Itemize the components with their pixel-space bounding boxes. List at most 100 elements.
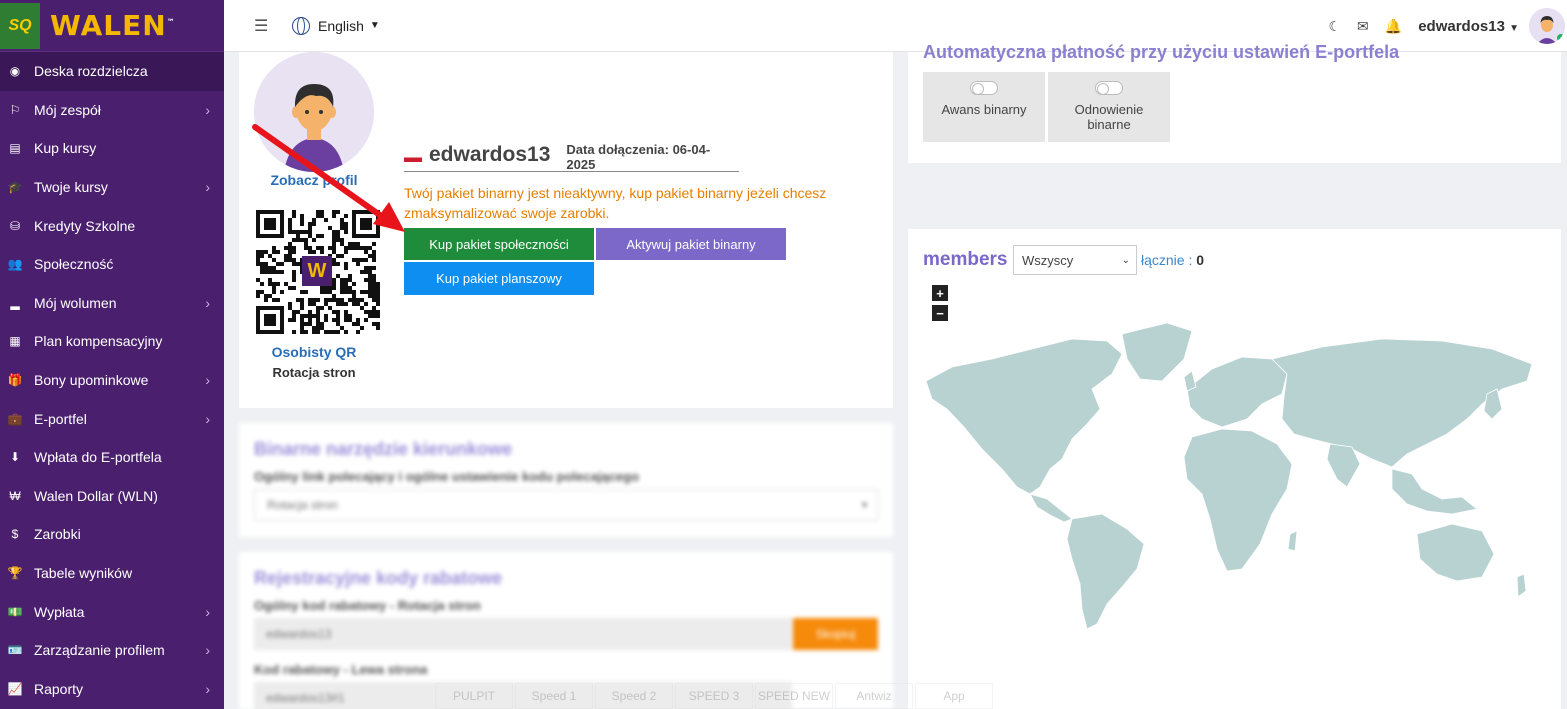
binary-inactive-warning: Twój pakiet binarny jest nieaktywny, kup… <box>404 185 827 221</box>
brand[interactable]: SQ WALEN™ <box>0 0 224 52</box>
book-icon: ▤ <box>9 141 21 156</box>
sidebar-item-label: Wpłata do E-portfela <box>34 449 162 466</box>
sidebar-item-label: Kredyty Szkolne <box>34 217 136 234</box>
map-new-zealand <box>1516 573 1527 598</box>
chevron-right-icon: › <box>205 410 210 427</box>
sidebar-item-raporty[interactable]: 📈 Raporty › <box>0 670 224 709</box>
sidebar-item-wpłata-do-e-portfela[interactable]: ⬇ Wpłata do E-portfela <box>0 438 224 477</box>
red-arrow-annotation <box>252 124 405 232</box>
sidebar-item-label: Zarobki <box>34 526 81 543</box>
binary-renewal-toggle-box: Odnowienie binarne <box>1048 72 1170 142</box>
binary-promotion-switch[interactable] <box>970 81 998 95</box>
map-uk <box>1183 370 1197 392</box>
members-filter-value: Wszyscy <box>1022 252 1074 268</box>
chevron-down-icon: ⌄ <box>1121 254 1130 266</box>
sidebar-item-bony-upominkowe[interactable]: 🎁 Bony upominkowe › <box>0 361 224 400</box>
brand-badge: SQ <box>0 2 40 49</box>
sidebar-item-deska-rozdzielcza[interactable]: ◉ Deska rozdzielcza <box>0 52 224 91</box>
sidebar-item-kredyty-szkolne[interactable]: ⛁ Kredyty Szkolne <box>0 206 224 245</box>
chart-line-icon: 📈 <box>7 681 23 696</box>
sidebar-item-label: Kup kursy <box>34 140 97 157</box>
qr-label[interactable]: Osobisty QR <box>254 344 374 360</box>
bottom-shortcut-1[interactable]: Speed 1 <box>515 683 593 709</box>
members-label: members <box>923 249 1008 270</box>
envelope-icon[interactable]: ✉ <box>1357 18 1369 35</box>
rebate-general-input[interactable]: edwardos13 <box>254 618 792 650</box>
binary-renewal-switch[interactable] <box>1095 81 1123 95</box>
world-map[interactable] <box>922 319 1547 639</box>
sitemap-icon: ⚐ <box>9 102 21 117</box>
trophy-icon: 🏆 <box>7 566 23 581</box>
sidebar-item-mój-zespół[interactable]: ⚐ Mój zespół › <box>0 91 224 130</box>
sidebar-item-twoje-kursy[interactable]: 🎓 Twoje kursy › <box>0 168 224 207</box>
bottom-shortcut-3[interactable]: SPEED 3 <box>675 683 753 709</box>
bottom-shortcut-5[interactable]: Antwiz <box>835 683 913 709</box>
binary-tool-select[interactable]: Rotacja stron ▼ <box>254 489 878 521</box>
chevron-right-icon: › <box>205 294 210 311</box>
sidebar-item-label: Walen Dollar (WLN) <box>34 487 158 504</box>
coins-icon: ⛁ <box>9 218 21 233</box>
map-madagascar <box>1287 530 1298 552</box>
qr-sublabel: Rotacja stron <box>272 365 356 380</box>
binary-tool-select-value: Rotacja stron <box>267 498 338 512</box>
money-bill-icon: 💵 <box>7 604 23 619</box>
join-date: Data dołączenia: 06-04-2025 <box>566 141 711 172</box>
sidebar-item-label: Plan kompensacyjny <box>34 333 163 350</box>
activate-binary-package-button[interactable]: Aktywuj pakiet binarny <box>596 228 786 260</box>
bell-icon[interactable]: 🔔 <box>1385 18 1402 35</box>
user-info-line: edwardos13 Data dołączenia: 06-04-2025 <box>404 138 739 172</box>
sidebar-item-zarobki[interactable]: $ Zarobki <box>0 515 224 554</box>
globe-icon <box>292 16 310 35</box>
map-north-america <box>925 338 1123 495</box>
sidebar-item-wypłata[interactable]: 💵 Wypłata › <box>0 592 224 631</box>
bottom-shortcut-0[interactable]: PULPIT <box>435 683 513 709</box>
sidebar: SQ WALEN™ ◉ Deska rozdzielcza ⚐ Mój zespół ›… <box>0 0 224 709</box>
sidebar-item-label: Deska rozdzielcza <box>34 63 148 80</box>
brand-name: WALEN™ <box>50 9 176 42</box>
copy-button[interactable]: Skopiuj <box>793 618 878 650</box>
bottom-shortcut-2[interactable]: Speed 2 <box>595 683 673 709</box>
avatar[interactable] <box>1529 8 1565 44</box>
briefcase-icon: 💼 <box>7 411 23 426</box>
gift-icon: 🎁 <box>7 373 23 388</box>
chevron-right-icon: › <box>205 101 210 118</box>
binary-renewal-label: Odnowienie binarne <box>1074 102 1144 132</box>
menu-toggle-icon[interactable]: ☰ <box>254 16 270 36</box>
bottom-shortcut-bar: PULPIT Speed 1 Speed 2 SPEED 3 SPEED NEW Antw… <box>435 683 1000 709</box>
sidebar-item-label: Bony upominkowe <box>34 372 149 389</box>
binary-direction-tool-card: Binarne narzędzie kierunkowe Ogólny link… <box>239 423 893 537</box>
users-icon: 👥 <box>7 257 23 272</box>
language-selector[interactable]: English ▼ <box>292 16 380 35</box>
members-filter-select[interactable]: Wszyscy ⌄ <box>1013 245 1137 275</box>
dollar-icon: $ <box>11 527 19 542</box>
sidebar-item-label: Raporty <box>34 680 84 697</box>
map-greenland <box>1121 322 1193 382</box>
binary-tool-title: Binarne narzędzie kierunkowe <box>254 439 513 459</box>
map-europe <box>1186 356 1288 428</box>
map-australia <box>1416 523 1495 582</box>
sidebar-item-label: Twoje kursy <box>34 179 108 196</box>
rebate-title: Rejestracyjne kody rabatowe <box>254 568 503 588</box>
map-south-america <box>1066 513 1145 630</box>
members-map-card: members Wszyscy ⌄ łącznie : 0 + − <box>908 229 1561 709</box>
buy-board-package-button[interactable]: Kup pakiet planszowy <box>404 262 594 295</box>
gauge-icon: ◉ <box>9 64 21 79</box>
sidebar-item-zarządzanie-profilem[interactable]: 🪪 Zarządzanie profilem › <box>0 631 224 670</box>
user-menu[interactable]: edwardos13 ▼ <box>1418 18 1519 35</box>
sidebar-item-plan-kompensacyjny[interactable]: ▦ Plan kompensacyjny <box>0 322 224 361</box>
sidebar-item-tabele-wyników[interactable]: 🏆 Tabele wyników <box>0 554 224 593</box>
sidebar-item-społeczność[interactable]: 👥 Społeczność <box>0 245 224 284</box>
moon-icon[interactable]: ☾ <box>1328 18 1341 35</box>
sidebar-item-walen-dollar-wln[interactable]: ₩ Walen Dollar (WLN) <box>0 477 224 516</box>
sidebar-item-kup-kursy[interactable]: ▤ Kup kursy <box>0 129 224 168</box>
members-total: łącznie : 0 <box>1141 252 1205 268</box>
sidebar-item-label: Mój wolumen <box>34 294 117 311</box>
calculator-icon: ▦ <box>9 334 21 349</box>
map-zoom-in-button[interactable]: + <box>932 285 948 301</box>
map-central-america <box>1029 493 1073 523</box>
bottom-shortcut-6[interactable]: App <box>915 683 993 709</box>
rebate-general-label: Ogólny kod rabatowy - Rotacja stron <box>254 598 481 613</box>
bottom-shortcut-4[interactable]: SPEED NEW <box>755 683 833 709</box>
sidebar-item-mój-wolumen[interactable]: ▂ Mój wolumen › <box>0 284 224 323</box>
sidebar-item-e-portfel[interactable]: 💼 E-portfel › <box>0 399 224 438</box>
